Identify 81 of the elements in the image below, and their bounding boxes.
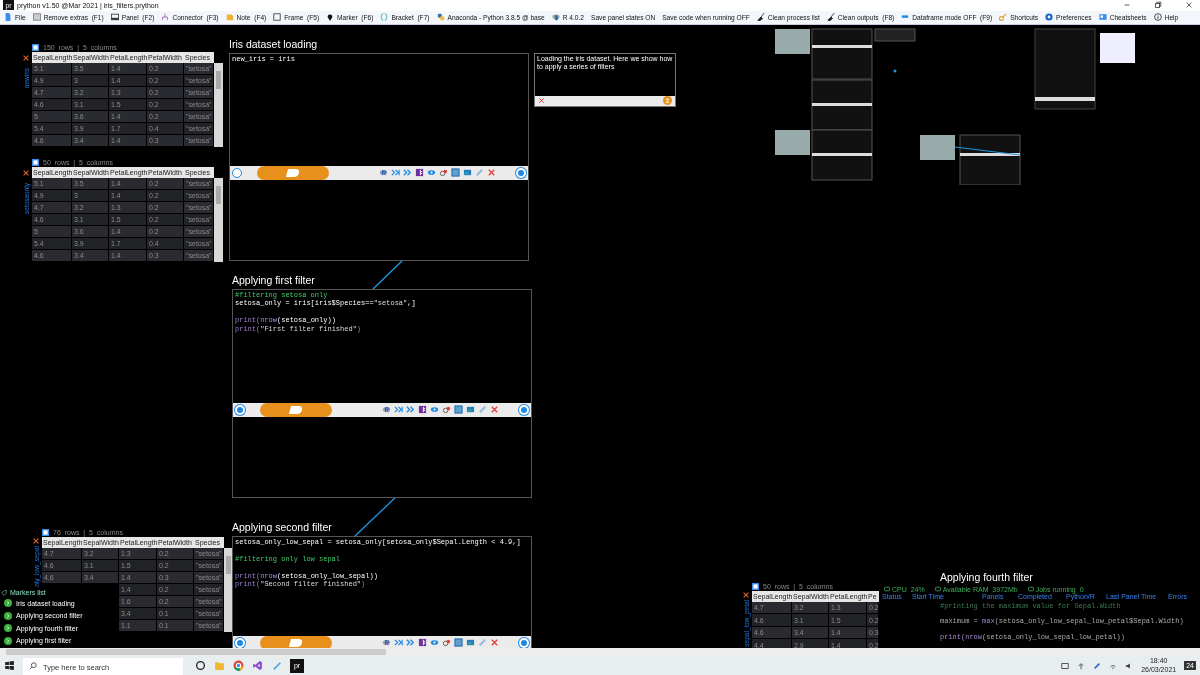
box-icon (32, 13, 41, 22)
fast-forward-icon[interactable] (406, 638, 415, 648)
eye-icon[interactable] (430, 638, 439, 648)
grid-icon[interactable] (418, 638, 427, 648)
cpu-icon (884, 586, 890, 593)
eye-icon[interactable] (427, 168, 436, 178)
studio-icon[interactable] (252, 660, 263, 671)
badge-icon[interactable] (663, 96, 672, 106)
step-icon[interactable] (394, 405, 403, 415)
app-icon[interactable] (271, 660, 282, 671)
close-icon[interactable] (490, 638, 499, 648)
logo-mark (260, 402, 332, 417)
panel-title: Applying first filter (232, 273, 316, 288)
tag-icon (1, 589, 7, 596)
logo-mark (260, 635, 332, 648)
close-icon[interactable] (742, 590, 750, 599)
eye-icon[interactable] (430, 405, 439, 415)
go-icon (4, 636, 12, 645)
help-icon (1153, 13, 1162, 22)
circle-icon[interactable] (195, 660, 206, 671)
scrollbar[interactable] (0, 648, 1200, 656)
tray-icon[interactable] (1093, 661, 1102, 670)
close-icon[interactable] (22, 168, 30, 177)
python-icon (436, 13, 445, 22)
go-icon (4, 611, 12, 620)
windows-icon[interactable] (4, 660, 15, 671)
go-icon (4, 624, 12, 633)
port-button[interactable] (232, 167, 242, 178)
panel-icon (110, 13, 119, 22)
broom-icon (826, 13, 835, 22)
window-icon[interactable] (454, 405, 463, 415)
restore-icon[interactable] (1154, 1, 1162, 10)
r-logo-icon[interactable] (382, 638, 391, 648)
cloud-icon[interactable] (439, 168, 448, 178)
panel-title: Applying fourth filter (940, 570, 1033, 584)
fast-forward-icon[interactable] (406, 405, 415, 415)
window-icon[interactable] (451, 168, 460, 178)
memory-icon (934, 586, 941, 593)
r-logo-icon[interactable] (379, 168, 388, 178)
table-icon (752, 582, 759, 590)
grid-icon[interactable] (415, 168, 424, 178)
close-icon[interactable] (32, 536, 40, 545)
image-icon[interactable] (466, 405, 475, 415)
fast-forward-icon[interactable] (403, 168, 412, 178)
image-icon[interactable] (463, 168, 472, 178)
cloud-icon[interactable] (442, 405, 451, 415)
network-icon[interactable] (1077, 661, 1086, 670)
scrollbar[interactable] (214, 62, 223, 147)
panel-title: Applying second filter (232, 520, 333, 535)
scrollbar[interactable] (214, 177, 223, 262)
logo-mark (257, 165, 329, 180)
search-icon (29, 661, 37, 670)
file-icon (4, 13, 12, 22)
tray-icon[interactable] (1061, 661, 1070, 670)
close-icon[interactable] (490, 405, 499, 415)
r-logo-icon[interactable] (382, 405, 391, 415)
grid-icon[interactable] (418, 405, 427, 415)
close-icon[interactable] (487, 168, 496, 178)
frame-icon (273, 13, 282, 22)
table-icon (32, 158, 39, 166)
broom-icon (756, 13, 765, 22)
note-icon (225, 13, 234, 22)
pin-icon (326, 13, 335, 22)
cloud-icon[interactable] (442, 638, 451, 648)
table-icon (32, 43, 39, 51)
panel-title: Iris dataset loading (229, 37, 319, 52)
jobs-icon (1027, 586, 1034, 593)
key-icon (999, 13, 1008, 22)
close-icon[interactable] (22, 53, 30, 62)
step-icon[interactable] (391, 168, 400, 178)
image-icon[interactable] (466, 638, 475, 648)
window-icon[interactable] (454, 638, 463, 648)
tree-icon (161, 13, 170, 22)
r-logo-icon (551, 13, 560, 22)
close-icon[interactable] (1185, 1, 1193, 10)
table-icon (42, 528, 49, 536)
close-icon[interactable] (538, 97, 545, 105)
braces-icon (380, 13, 389, 22)
step-icon[interactable] (394, 638, 403, 648)
go-icon (4, 599, 12, 608)
browser-icon[interactable] (233, 660, 244, 671)
